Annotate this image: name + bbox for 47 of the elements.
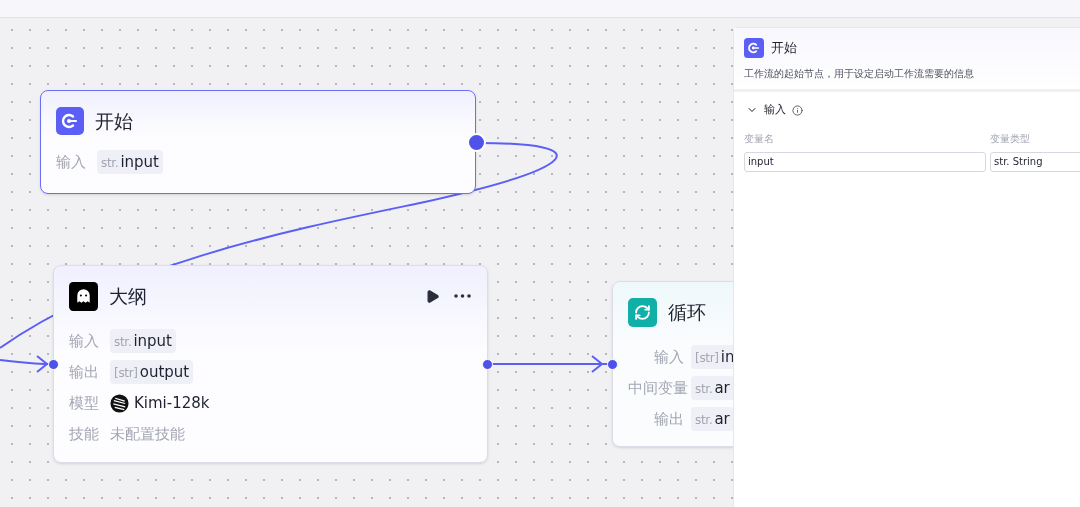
ghost-icon bbox=[69, 281, 98, 311]
input-handle[interactable] bbox=[48, 359, 59, 370]
input-field[interactable]: input bbox=[744, 151, 986, 172]
field-label: 输出 bbox=[69, 361, 99, 383]
run-button[interactable] bbox=[425, 288, 440, 304]
field-label: 输出 bbox=[653, 408, 684, 430]
model-name: Kimi-128k bbox=[134, 392, 210, 414]
panel-title: 开始 bbox=[771, 39, 797, 58]
node-title: 循环 bbox=[668, 299, 706, 325]
variable-name: output bbox=[139, 361, 190, 383]
type-label: [str] bbox=[695, 349, 719, 367]
variable-name: ar bbox=[714, 377, 730, 399]
refresh-arrows-drawing bbox=[634, 303, 651, 321]
model-logo-icon bbox=[110, 393, 129, 413]
type-label: [str] bbox=[114, 364, 138, 382]
field-label: 技能 bbox=[69, 423, 99, 445]
column-header: 变量类型 bbox=[990, 131, 1031, 146]
output-handle[interactable] bbox=[482, 359, 493, 370]
input-field[interactable]: str. String bbox=[990, 151, 1080, 172]
workflow-node[interactable]: 大纲 输入 str.input 输出 [str]output 模型 Kimi-128k 技能 未配置技能 bbox=[53, 265, 488, 463]
node-title: 开始 bbox=[95, 108, 133, 134]
type-label: str. bbox=[114, 333, 132, 351]
field-label: 输入 bbox=[69, 330, 99, 352]
column-header: 变量名 bbox=[744, 131, 775, 146]
variable-name: input bbox=[133, 330, 172, 352]
node-icon bbox=[56, 107, 84, 135]
input-handle[interactable] bbox=[607, 359, 618, 370]
more-icon bbox=[454, 294, 471, 298]
field-label: 模型 bbox=[69, 392, 99, 414]
section-toggle[interactable]: 输入 bbox=[746, 102, 803, 119]
field-label: 输入 bbox=[653, 346, 684, 368]
workflow-node[interactable]: 开始 输入 str.input bbox=[40, 90, 476, 194]
variable-name: input bbox=[120, 151, 159, 173]
field-label: 输入 bbox=[56, 151, 86, 173]
type-label: str. bbox=[101, 154, 119, 172]
workflow-node[interactable]: 循环 输入 [str]in 中间变量 str.ar 输出 str.ar bbox=[612, 281, 733, 447]
more-button[interactable] bbox=[454, 294, 471, 298]
info-icon bbox=[792, 104, 803, 116]
play-icon bbox=[425, 288, 440, 304]
variable-name: ar bbox=[714, 408, 730, 430]
type-label: str. bbox=[695, 380, 713, 398]
type-label: str. bbox=[695, 411, 713, 429]
node-title: 大纲 bbox=[109, 283, 147, 309]
node-icon bbox=[744, 38, 764, 58]
variable-name: in bbox=[720, 346, 733, 368]
panel-description: 工作流的起始节点，用于设定启动工作流需要的信息 bbox=[744, 67, 975, 81]
skills-placeholder: 未配置技能 bbox=[110, 423, 185, 445]
